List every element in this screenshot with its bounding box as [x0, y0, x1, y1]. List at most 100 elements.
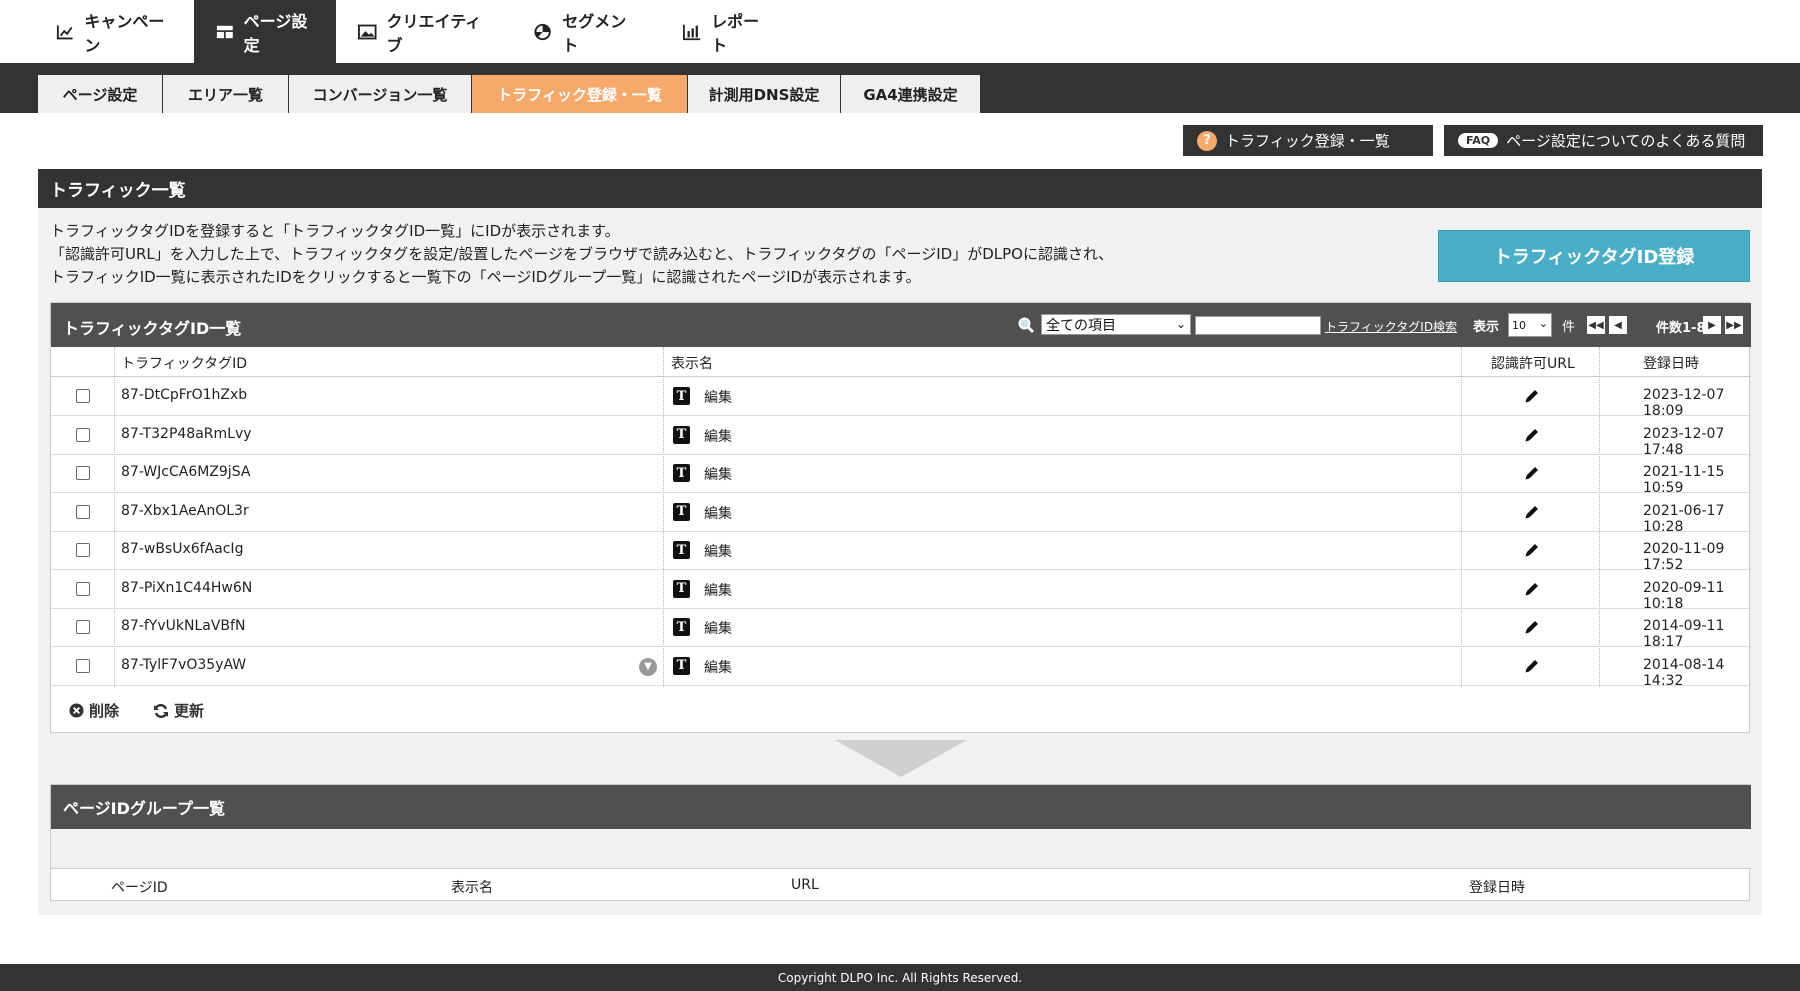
traffic-help-label: トラフィック登録・一覧: [1225, 132, 1390, 150]
row-checkbox[interactable]: [76, 427, 90, 442]
top-tab-segment[interactable]: セグメント: [511, 0, 661, 63]
edit-display-name-link[interactable]: 編集: [704, 541, 732, 561]
row-checkbox[interactable]: [76, 504, 90, 519]
chevron-down-icon: ⌄: [1175, 317, 1186, 331]
search-input[interactable]: [1195, 316, 1321, 335]
ken-label: 件: [1562, 320, 1576, 335]
top-tab-page-settings[interactable]: ページ設定: [194, 0, 336, 63]
pencil-icon[interactable]: [1523, 387, 1541, 405]
show-label: 表示: [1473, 320, 1500, 335]
delete-label: 削除: [89, 702, 120, 720]
edit-display-name-link[interactable]: 編集: [704, 657, 732, 677]
top-tab-creative[interactable]: クリエイティブ: [336, 0, 511, 63]
row-checkbox[interactable]: [76, 581, 90, 596]
traffic-tag-id-link[interactable]: 87-DtCpFrO1hZxb: [121, 387, 247, 403]
pencil-icon[interactable]: [1523, 503, 1541, 521]
top-tab-label: ページ設定: [243, 11, 308, 55]
traffic-tag-id-link[interactable]: 87-T32P48aRmLvy: [121, 426, 252, 442]
registered-datetime: 2023-12-07 17:48: [1643, 425, 1725, 458]
col-display-name: 表示名: [451, 880, 493, 896]
col-tag-id: トラフィックタグID: [121, 356, 248, 372]
desc-line: 「認識許可URL」を入力した上で、トラフィックタグを設定/設置したページをブラウ…: [50, 245, 1114, 263]
register-traffic-tag-button[interactable]: トラフィックタグID登録: [1438, 230, 1750, 282]
traffic-panel: トラフィック一覧 トラフィックタグIDを登録すると「トラフィックタグID一覧」に…: [38, 169, 1762, 915]
traffic-tag-list: トラフィックタグID一覧 全ての項目 ⌄ トラフィックタグID検索 表示 10 …: [50, 302, 1751, 733]
group-list-header: ページID 表示名 URL 登録日時: [51, 869, 1751, 901]
desc-line: トラフィックID一覧に表示されたIDをクリックすると一覧下の「ページIDグループ…: [50, 268, 921, 286]
last-page-icon[interactable]: ▶▶: [1725, 316, 1743, 334]
refresh-button[interactable]: 更新: [153, 700, 204, 721]
edit-display-name-link[interactable]: 編集: [704, 464, 732, 484]
list-header-bar: トラフィックタグID一覧 全ての項目 ⌄ トラフィックタグID検索 表示 10 …: [51, 303, 1751, 347]
sub-tab-dns-settings[interactable]: 計測用DNS設定: [688, 75, 840, 113]
next-page-icon[interactable]: ▶: [1703, 316, 1721, 334]
campaign-chart-icon: [56, 25, 73, 39]
faq-button[interactable]: FAQ ページ設定についてのよくある質問: [1444, 125, 1763, 156]
traffic-tag-id-link[interactable]: 87-fYvUkNLaVBfN: [121, 618, 245, 634]
top-tab-label: キャンペーン: [84, 11, 165, 55]
row-checkbox[interactable]: [76, 658, 90, 673]
pencil-icon[interactable]: [1523, 657, 1541, 675]
desc-line: トラフィックタグIDを登録すると「トラフィックタグID一覧」にIDが表示されます…: [50, 222, 620, 240]
text-icon: T: [673, 464, 690, 482]
edit-display-name-link[interactable]: 編集: [704, 426, 732, 446]
traffic-tag-id-link[interactable]: 87-Xbx1AeAnOL3r: [121, 503, 249, 519]
edit-display-name-link[interactable]: 編集: [704, 503, 732, 523]
edit-display-name-link[interactable]: 編集: [704, 618, 732, 638]
first-page-icon[interactable]: ◀◀: [1587, 316, 1605, 334]
table-row: 87-Xbx1AeAnOL3r T 編集 2021-06-17 10:28: [51, 493, 1751, 535]
row-checkbox[interactable]: [76, 543, 90, 557]
traffic-tag-id-link[interactable]: 87-TylF7vO35yAW: [121, 657, 246, 673]
text-icon: T: [673, 502, 690, 521]
traffic-tag-id-link[interactable]: 87-WJcCA6MZ9jSA: [121, 464, 250, 480]
text-icon: T: [673, 579, 690, 598]
sub-tab-ga4-settings[interactable]: GA4連携設定: [841, 75, 980, 113]
table-row: 87-PiXn1C44Hw6N T 編集 2020-09-11 10:18: [51, 570, 1751, 612]
col-display-name: 表示名: [671, 356, 713, 372]
text-icon: T: [673, 387, 690, 405]
page-id-group-list: ページIDグループ一覧 ページID 表示名 URL 登録日時: [50, 784, 1751, 901]
top-tab-report[interactable]: レポート: [661, 0, 791, 63]
top-tab-label: セグメント: [562, 11, 627, 55]
traffic-tag-id-link[interactable]: 87-PiXn1C44Hw6N: [121, 580, 252, 596]
table-row: 87-TylF7vO35yAW ▼ T 編集 2014-08-14 14:32: [51, 647, 1751, 689]
page-size-select[interactable]: 10 ⌄: [1508, 313, 1552, 337]
page-size-value: 10: [1512, 318, 1526, 332]
image-icon: [358, 24, 377, 39]
sub-tab-page-settings[interactable]: ページ設定: [38, 75, 162, 113]
prev-page-icon[interactable]: ◀: [1609, 316, 1627, 334]
row-checkbox[interactable]: [76, 389, 90, 403]
traffic-help-button[interactable]: ? トラフィック登録・一覧: [1183, 125, 1433, 156]
filter-select[interactable]: 全ての項目 ⌄: [1041, 314, 1191, 335]
delete-icon: [69, 703, 84, 718]
panel-title: トラフィック一覧: [38, 169, 1762, 208]
sub-tab-traffic-list[interactable]: トラフィック登録・一覧: [472, 75, 687, 113]
row-checkbox[interactable]: [76, 620, 90, 634]
sub-tab-area-list[interactable]: エリア一覧: [163, 75, 288, 113]
refresh-icon: [154, 703, 168, 718]
traffic-tag-id-link[interactable]: 87-wBsUx6fAacIg: [121, 541, 243, 557]
table-header: トラフィックタグID 表示名 認識許可URL 登録日時: [51, 347, 1751, 377]
edit-display-name-link[interactable]: 編集: [704, 387, 732, 407]
registered-datetime: 2021-11-15 10:59: [1643, 464, 1725, 496]
refresh-label: 更新: [174, 702, 205, 720]
sub-tab-conversion-list[interactable]: コンバージョン一覧: [289, 75, 471, 113]
pencil-icon[interactable]: [1523, 464, 1541, 482]
pencil-icon[interactable]: [1523, 580, 1541, 598]
search-link[interactable]: トラフィックタグID検索: [1325, 318, 1457, 335]
question-icon: ?: [1197, 130, 1217, 151]
registered-datetime: 2020-11-09 17:52: [1643, 541, 1725, 573]
top-tab-campaign[interactable]: キャンペーン: [34, 0, 194, 63]
text-icon: T: [673, 425, 690, 444]
row-checkbox[interactable]: [76, 466, 90, 480]
list-title: トラフィックタグID一覧: [63, 319, 242, 338]
col-allowed-url: 認識許可URL: [1491, 356, 1575, 372]
pencil-icon[interactable]: [1523, 618, 1541, 636]
pencil-icon[interactable]: [1523, 541, 1541, 559]
edit-display-name-link[interactable]: 編集: [704, 580, 732, 600]
pencil-icon[interactable]: [1523, 426, 1541, 444]
col-page-id: ページID: [111, 880, 168, 896]
col-url: URL: [791, 877, 819, 893]
row-options-icon[interactable]: ▼: [639, 657, 657, 676]
delete-button[interactable]: 削除: [69, 700, 119, 721]
